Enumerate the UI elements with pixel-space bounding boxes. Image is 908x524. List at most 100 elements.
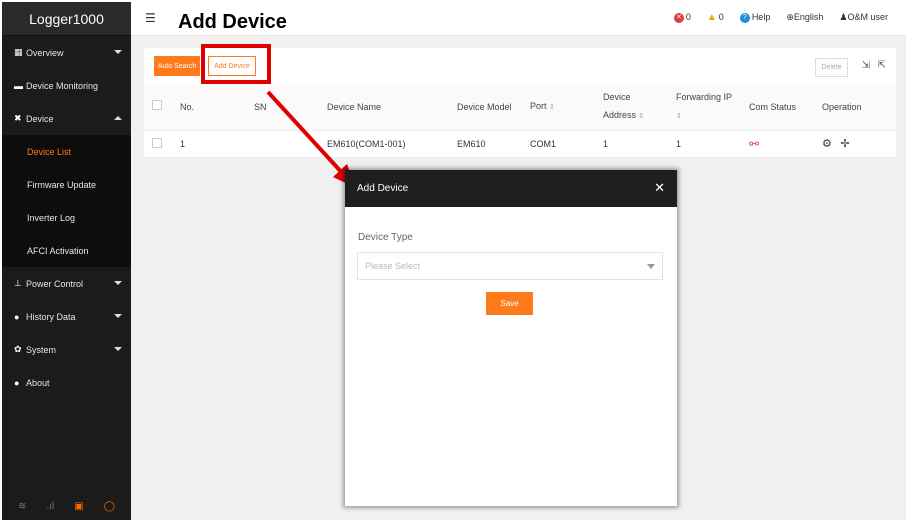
settings-icon[interactable]: ⚙	[822, 138, 832, 150]
col-port[interactable]: Port ⇕	[522, 84, 595, 131]
user-label: O&M user	[847, 12, 888, 22]
chevron-up-icon	[114, 116, 122, 120]
warning-count: 0	[718, 12, 724, 22]
globe-icon: ⊕	[786, 12, 794, 22]
page-title: Add Device	[178, 11, 287, 33]
col-forwarding-ip[interactable]: Forwarding IP ⇕	[668, 84, 741, 131]
language-selector[interactable]: ⊕English	[786, 12, 823, 23]
dialog-title: Add Device	[357, 183, 409, 194]
cell-no: 1	[172, 130, 246, 158]
chevron-down-icon	[114, 314, 122, 318]
sidebar-status-bar: ≋ .ıl ▣ ◯	[2, 501, 131, 512]
delete-button[interactable]: Delete	[815, 58, 848, 77]
help-link[interactable]: ? Help	[739, 12, 771, 23]
warning-indicator[interactable]: ▲ 0	[707, 12, 724, 23]
col-com-status: Com Status	[741, 84, 814, 131]
menu-toggle-icon[interactable]: ☰	[145, 11, 156, 25]
sort-icon[interactable]: ⇕	[639, 113, 645, 120]
cell-operation: ⚙ ✢	[814, 130, 896, 158]
col-operation: Operation	[814, 84, 896, 131]
fault-icon: ✕	[673, 12, 684, 23]
sidebar-item-inverter-log[interactable]: Inverter Log	[2, 201, 131, 234]
table-row: 1 EM610(COM1-001) EM610 COM1 1 1 ⚯ ⚙ ✢	[144, 130, 896, 158]
device-table: No. SN Device Name Device Model Port ⇕ D…	[144, 84, 896, 158]
sidebar-item-label: AFCI Activation	[27, 245, 89, 256]
cell-device-name: EM610(COM1-001)	[319, 130, 449, 158]
sidebar-item-label: Device List	[27, 146, 72, 157]
sidebar-item-label: Device	[26, 113, 54, 124]
ethernet-icon: ▣	[74, 501, 84, 512]
sidebar-item-device-list[interactable]: Device List	[2, 135, 131, 168]
sidebar-item-label: Firmware Update	[27, 179, 97, 190]
col-no: No.	[172, 84, 246, 131]
sidebar-item-label: Device Monitoring	[26, 80, 99, 91]
chevron-down-icon	[114, 347, 122, 351]
gear-icon: ✿	[14, 344, 22, 354]
plug-icon: ⊥	[14, 278, 22, 288]
monitor-icon: ▬	[14, 80, 23, 91]
col-device-model: Device Model	[449, 84, 522, 131]
cloud-icon: ◯	[103, 501, 115, 512]
col-forwarding-ip-label: Forwarding IP	[676, 91, 733, 102]
broken-link-icon: ⚯	[749, 136, 760, 151]
device-type-select[interactable]: Please Select	[357, 252, 663, 280]
row-select-cell	[144, 130, 172, 158]
row-checkbox[interactable]	[152, 137, 162, 148]
cell-device-address: 1	[595, 130, 668, 158]
sort-icon[interactable]: ⇕	[676, 113, 682, 120]
sidebar-item-firmware-update[interactable]: Firmware Update	[2, 168, 131, 201]
col-sn: SN	[246, 84, 319, 131]
import-icon[interactable]: ⇲	[862, 60, 870, 71]
signal-icon: .ıl	[46, 501, 55, 512]
chevron-down-icon	[114, 50, 122, 54]
dialog-header: Add Device ✕	[345, 170, 677, 207]
sort-icon[interactable]: ⇕	[549, 104, 555, 111]
sidebar-item-overview[interactable]: ▦ Overview	[2, 36, 131, 69]
col-device-address-label-2: Address	[603, 109, 637, 120]
fault-indicator[interactable]: ✕ 0	[673, 12, 691, 23]
select-all-cell	[144, 84, 172, 131]
chevron-down-icon	[647, 264, 655, 269]
sidebar-item-power-control[interactable]: ⊥ Power Control	[2, 267, 131, 300]
col-device-address[interactable]: Device Address ⇕	[595, 84, 668, 131]
warning-icon: ▲	[706, 12, 717, 23]
user-menu[interactable]: ♟O&M user	[839, 12, 888, 23]
device-submenu: Device List Firmware Update Inverter Log…	[2, 135, 131, 267]
top-header: ☰ Add Device ✕ 0 ▲ 0 ? Help ⊕English ♟O&M u…	[131, 2, 906, 36]
chevron-down-icon	[114, 281, 122, 285]
help-icon: ?	[739, 12, 750, 23]
save-button[interactable]: Save	[486, 292, 533, 315]
select-all-checkbox[interactable]	[152, 99, 162, 110]
annotation-highlight-box	[201, 44, 271, 84]
table-header-row: No. SN Device Name Device Model Port ⇕ D…	[144, 84, 896, 131]
sidebar-item-about[interactable]: ● About	[2, 366, 131, 399]
wifi-icon: ≋	[18, 501, 27, 512]
col-device-address-label-1: Device	[603, 91, 631, 102]
app-logo: Logger1000	[2, 2, 131, 36]
help-label: Help	[751, 12, 771, 23]
sidebar-item-label: Power Control	[26, 278, 84, 289]
close-icon[interactable]: ✕	[654, 180, 665, 196]
tools-icon: ✖	[14, 113, 22, 123]
sidebar-item-device-monitoring[interactable]: ▬ Device Monitoring	[2, 69, 131, 102]
sidebar-item-history-data[interactable]: ● History Data	[2, 300, 131, 333]
sidebar-item-device[interactable]: ✖ Device	[2, 102, 131, 135]
auto-search-button[interactable]: Auto Search	[154, 56, 200, 76]
language-label: English	[793, 12, 824, 22]
col-port-label: Port	[530, 100, 547, 111]
fault-count: 0	[685, 12, 691, 23]
add-device-dialog: Add Device ✕ Device Type Please Select S…	[345, 170, 677, 506]
sidebar: Logger1000 ▦ Overview ▬ Device Monitorin…	[2, 2, 131, 520]
device-type-label: Device Type	[358, 232, 413, 243]
export-icon[interactable]: ⇱	[878, 60, 886, 71]
col-device-name: Device Name	[319, 84, 449, 131]
sidebar-item-label: History Data	[26, 311, 76, 322]
move-icon[interactable]: ✢	[840, 138, 849, 150]
cell-com-status: ⚯	[741, 130, 814, 158]
sidebar-item-label: System	[26, 344, 57, 355]
sidebar-item-afci-activation[interactable]: AFCI Activation	[2, 234, 131, 267]
cell-forwarding-ip: 1	[668, 130, 741, 158]
clock-icon: ●	[14, 311, 20, 322]
sidebar-item-system[interactable]: ✿ System	[2, 333, 131, 366]
cell-sn	[246, 130, 319, 158]
